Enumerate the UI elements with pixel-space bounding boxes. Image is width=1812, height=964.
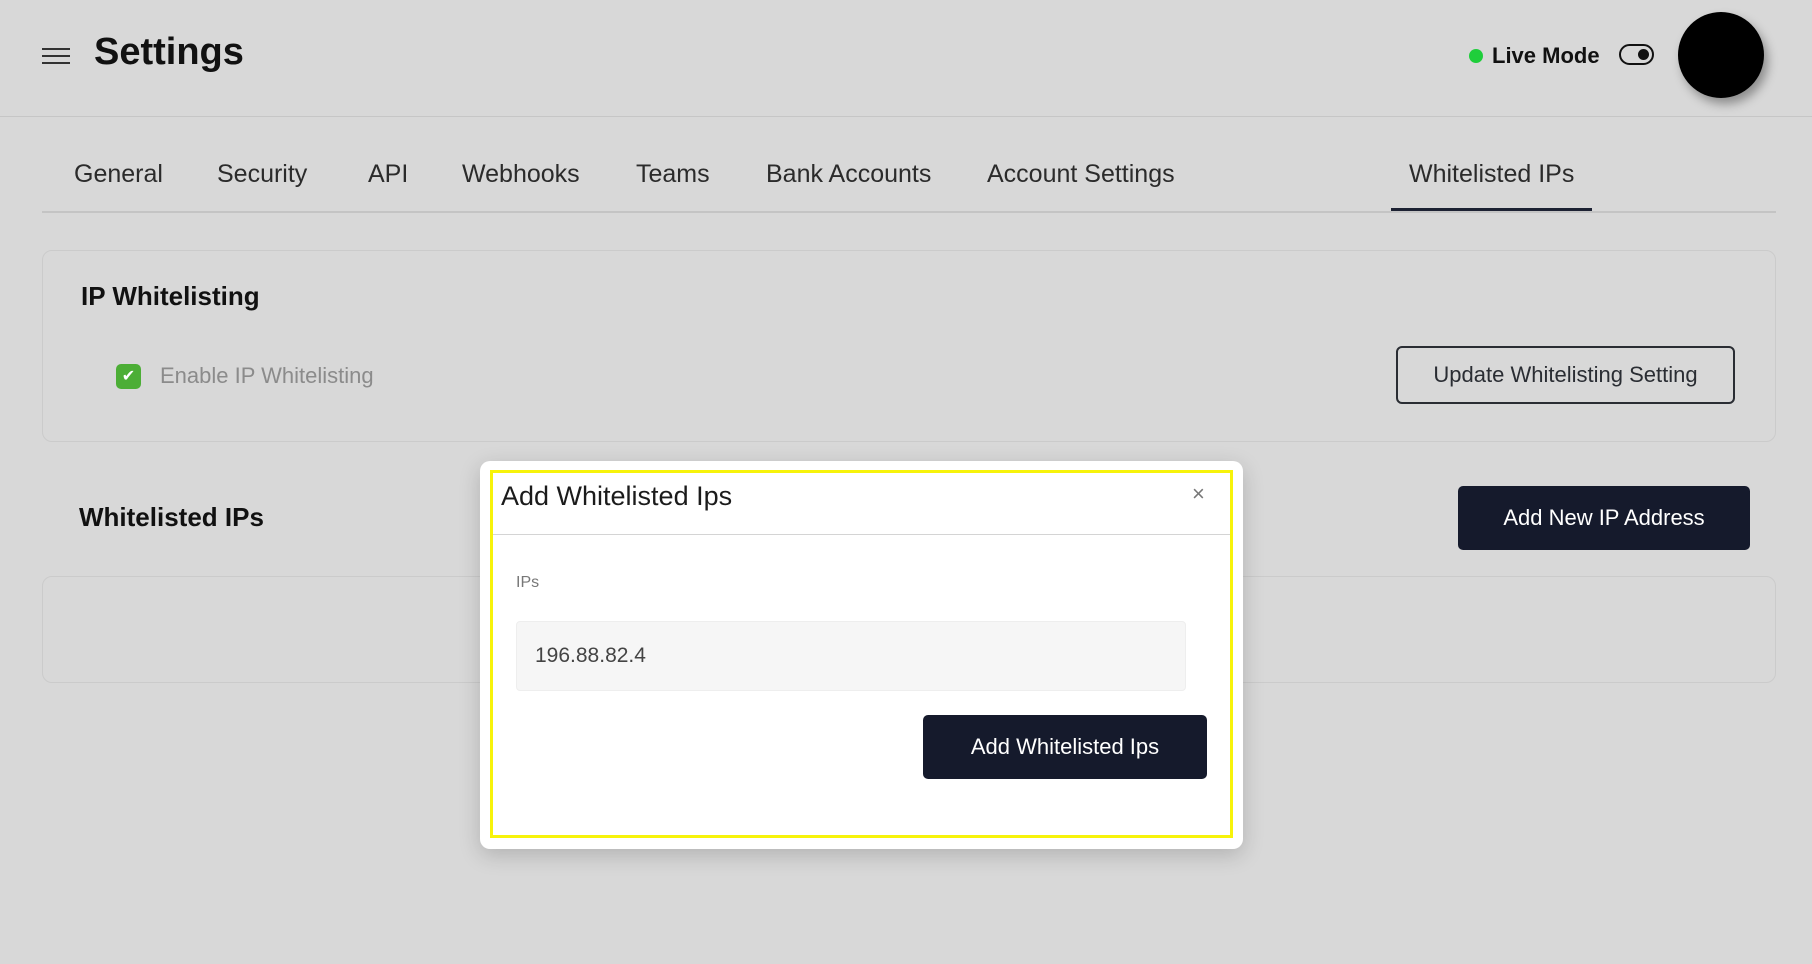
ips-field-label: IPs	[516, 574, 540, 591]
tab-security[interactable]: Security	[199, 138, 325, 211]
add-whitelisted-ips-button[interactable]: Add Whitelisted Ips	[923, 715, 1207, 779]
live-mode-label: Live Mode	[1492, 43, 1600, 68]
tab-whitelisted-ips[interactable]: Whitelisted IPs	[1391, 138, 1593, 211]
page-title: Settings	[94, 31, 244, 73]
tab-webhooks[interactable]: Webhooks	[444, 138, 598, 211]
close-icon[interactable]: ×	[1192, 481, 1205, 507]
settings-tabs: General Security API Webhooks Teams Bank…	[42, 138, 1776, 213]
tab-general[interactable]: General	[56, 138, 181, 211]
update-whitelisting-button[interactable]: Update Whitelisting Setting	[1396, 346, 1735, 404]
checkbox-label: Enable IP Whitelisting	[160, 363, 374, 388]
tab-teams[interactable]: Teams	[618, 138, 728, 211]
enable-whitelisting-checkbox[interactable]: ✔	[116, 364, 141, 389]
live-status-dot	[1469, 49, 1483, 63]
card-title: IP Whitelisting	[81, 281, 260, 311]
ip-whitelisting-card: IP Whitelisting ✔ Enable IP Whitelisting…	[42, 250, 1776, 442]
avatar[interactable]	[1678, 12, 1764, 98]
modal-divider	[490, 534, 1233, 535]
ips-input[interactable]	[516, 621, 1186, 691]
add-whitelisted-ips-modal: Add Whitelisted Ips × IPs Add Whiteliste…	[480, 461, 1243, 849]
add-new-ip-button[interactable]: Add New IP Address	[1458, 486, 1750, 550]
whitelisted-ips-title: Whitelisted IPs	[79, 502, 264, 532]
hamburger-menu-icon[interactable]	[42, 48, 70, 64]
tab-account-settings[interactable]: Account Settings	[969, 138, 1193, 211]
tab-bank-accounts[interactable]: Bank Accounts	[748, 138, 949, 211]
tab-api[interactable]: API	[350, 138, 426, 211]
toggle-knob	[1638, 49, 1649, 60]
top-header: Settings Live Mode	[0, 0, 1812, 117]
checkmark-icon: ✔	[121, 368, 136, 385]
live-mode-toggle[interactable]	[1619, 44, 1654, 65]
modal-title: Add Whitelisted Ips	[501, 481, 733, 511]
